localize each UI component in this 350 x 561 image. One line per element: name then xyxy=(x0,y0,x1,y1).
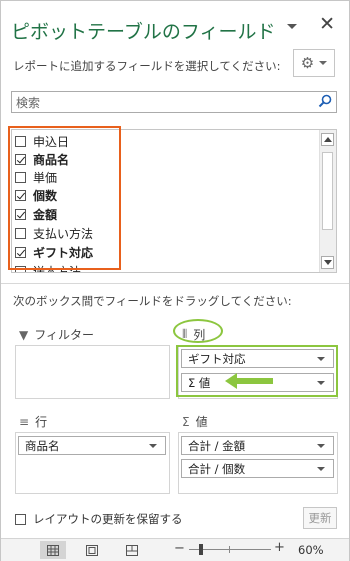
rows-icon: ≡ xyxy=(19,414,30,429)
defer-update-label: レイアウトの更新を保留する xyxy=(33,512,183,526)
update-button[interactable]: 更新 xyxy=(303,507,337,529)
field-checkbox[interactable] xyxy=(15,227,26,239)
field-item-amount[interactable]: 金額 xyxy=(15,206,57,222)
page-layout-view-button[interactable] xyxy=(79,541,105,559)
columns-highlight-ellipse xyxy=(173,319,223,343)
values-drop-zone[interactable]: 合計 / 金額 合計 / 個数 xyxy=(178,432,338,494)
filter-icon: ▼ xyxy=(19,327,29,342)
status-bar: − + 60% xyxy=(1,538,349,561)
close-icon[interactable]: ✕ xyxy=(319,15,335,34)
pivot-field-pane: ピボットテーブルのフィールド ✕ レポートに追加するフィールドを選択してください… xyxy=(0,0,350,561)
sigma-icon: Σ xyxy=(182,414,190,429)
field-item-order-date[interactable]: 申込日 xyxy=(15,133,69,149)
field-item-payment-method[interactable]: 支払い方法 xyxy=(15,225,93,241)
chip-label: 合計 / 個数 xyxy=(188,461,246,476)
field-item-product-name[interactable]: 商品名 xyxy=(15,151,69,167)
checkbox[interactable] xyxy=(15,513,26,525)
field-label: 支払い方法 xyxy=(33,226,94,241)
field-checkbox[interactable] xyxy=(15,246,26,258)
rows-area-label: 行 xyxy=(35,415,48,429)
tools-button[interactable]: ⚙ xyxy=(293,49,335,77)
scroll-up-button[interactable] xyxy=(321,133,334,146)
chip-label: 合計 / 金額 xyxy=(188,438,246,453)
zoom-slider-midmark xyxy=(229,546,230,553)
field-label: 個数 xyxy=(33,188,58,203)
grid-view-icon xyxy=(47,544,59,556)
field-label: 送本方法 xyxy=(33,264,82,273)
field-list: 申込日 商品名 単価 個数 金額 支払い方法 ギフト対応 送本方法 xyxy=(11,129,337,273)
drag-instruction: 次のボックス間でフィールドをドラッグしてください: xyxy=(13,294,292,308)
field-instruction: レポートに追加するフィールドを選択してください: xyxy=(13,59,281,73)
chevron-down-icon xyxy=(319,61,328,65)
value-field-chip[interactable]: 合計 / 金額 xyxy=(181,436,334,455)
values-area-label: 値 xyxy=(195,415,208,429)
zoom-in-button[interactable]: + xyxy=(274,540,285,555)
triangle-down-icon xyxy=(324,260,332,265)
field-label: ギフト対応 xyxy=(33,245,94,260)
defer-update-checkbox[interactable]: レイアウトの更新を保留する xyxy=(15,511,183,527)
scroll-down-button[interactable] xyxy=(321,256,334,269)
filter-area-label: フィルター xyxy=(34,328,94,342)
field-item-quantity[interactable]: 個数 xyxy=(15,187,57,203)
chevron-down-icon[interactable] xyxy=(317,467,325,471)
field-checkbox[interactable] xyxy=(15,189,26,201)
field-label: 単価 xyxy=(33,170,58,185)
field-item-gift[interactable]: ギフト対応 xyxy=(15,244,93,260)
chip-label: 商品名 xyxy=(25,438,60,453)
value-field-chip[interactable]: 合計 / 個数 xyxy=(181,459,334,478)
pane-title: ピボットテーブルのフィールド xyxy=(11,21,276,43)
chevron-down-icon[interactable] xyxy=(317,444,325,448)
field-item-shipping[interactable]: 送本方法 xyxy=(15,263,82,273)
field-checkbox[interactable] xyxy=(15,208,26,220)
divider xyxy=(1,283,349,284)
zoom-level[interactable]: 60% xyxy=(298,543,324,557)
zoom-out-button[interactable]: − xyxy=(174,541,185,556)
pane-options-dropdown-icon[interactable] xyxy=(287,23,298,29)
rows-drop-zone[interactable]: 商品名 xyxy=(15,432,170,494)
search-icon xyxy=(318,94,332,108)
gear-icon: ⚙ xyxy=(300,53,315,72)
zoom-slider-thumb[interactable] xyxy=(199,544,203,555)
row-field-chip[interactable]: 商品名 xyxy=(18,436,166,455)
search-input[interactable]: 検索 xyxy=(11,91,337,113)
field-item-unit-price[interactable]: 単価 xyxy=(15,169,57,185)
arrow-left-icon xyxy=(225,373,273,389)
field-label: 金額 xyxy=(33,207,58,222)
page-break-icon xyxy=(126,544,138,556)
filter-drop-zone[interactable] xyxy=(15,345,170,399)
field-checkbox[interactable] xyxy=(15,171,26,183)
rows-area-header: ≡ 行 xyxy=(19,413,47,430)
field-checkbox[interactable] xyxy=(15,135,26,147)
chevron-down-icon[interactable] xyxy=(149,444,157,448)
filter-area-header: ▼ フィルター xyxy=(19,326,94,343)
triangle-up-icon xyxy=(324,137,332,142)
field-list-scrollbar[interactable] xyxy=(319,130,336,272)
values-area-header: Σ 値 xyxy=(182,413,208,430)
field-label: 申込日 xyxy=(33,134,70,149)
field-checkbox[interactable] xyxy=(15,265,26,272)
scroll-thumb[interactable] xyxy=(322,152,333,230)
page-layout-icon xyxy=(86,544,98,556)
field-checkbox[interactable] xyxy=(15,153,26,165)
normal-view-button[interactable] xyxy=(40,541,66,559)
field-label: 商品名 xyxy=(33,152,70,167)
page-break-view-button[interactable] xyxy=(119,541,145,559)
search-placeholder: 検索 xyxy=(16,96,41,110)
